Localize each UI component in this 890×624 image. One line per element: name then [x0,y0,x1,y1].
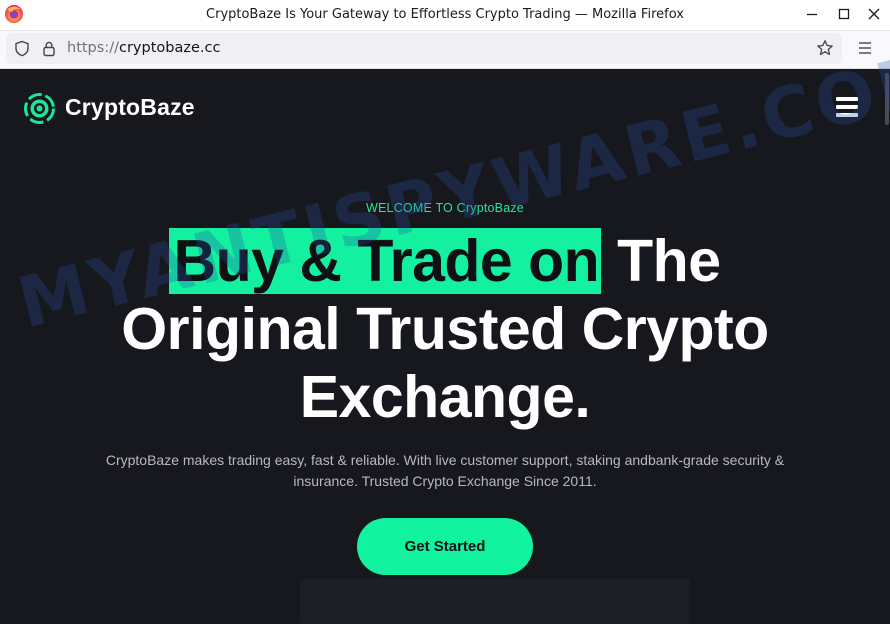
headline-line-2: Original Trusted Crypto [121,296,769,362]
headline-line-3: Exchange. [299,364,591,430]
minimize-button[interactable] [801,4,823,24]
url-domain: cryptobaze.cc [118,40,221,56]
page-content: CryptoBaze WELCOME TO CryptoBaze Buy & T… [0,69,890,624]
welcome-text: WELCOME TO CryptoBaze [366,201,524,215]
url-text[interactable]: https://cryptobaze.cc [67,40,220,56]
hero-subtitle: CryptoBaze makes trading easy, fast & re… [105,452,785,489]
hamburger-menu-icon[interactable] [836,97,858,117]
brand-name: CryptoBaze [65,94,195,120]
headline-highlight: Buy & Trade on [169,228,602,294]
close-window-button[interactable] [863,4,885,24]
app-menu-icon[interactable] [857,41,873,55]
tracking-shield-icon[interactable] [14,40,30,57]
address-bar[interactable]: https://cryptobaze.cc [6,33,842,64]
headline-line-1-rest: The [601,228,721,294]
page-scrollbar[interactable] [885,73,889,125]
hero-bottom-panel [300,579,690,624]
window-title: CryptoBaze Is Your Gateway to Effortless… [206,7,684,22]
bookmark-star-icon[interactable] [816,39,834,57]
cryptobaze-logo-icon [24,93,55,124]
window-titlebar: CryptoBaze Is Your Gateway to Effortless… [0,0,890,31]
lock-icon[interactable] [41,40,57,57]
headline-line-1: Buy & Trade on The [0,227,890,295]
get-started-button[interactable]: Get Started [357,518,533,575]
hero-headline: Buy & Trade on The Original Trusted Cryp… [0,227,890,431]
browser-toolbar: https://cryptobaze.cc [0,31,890,69]
maximize-button[interactable] [833,4,855,24]
url-protocol: https:// [67,40,119,56]
